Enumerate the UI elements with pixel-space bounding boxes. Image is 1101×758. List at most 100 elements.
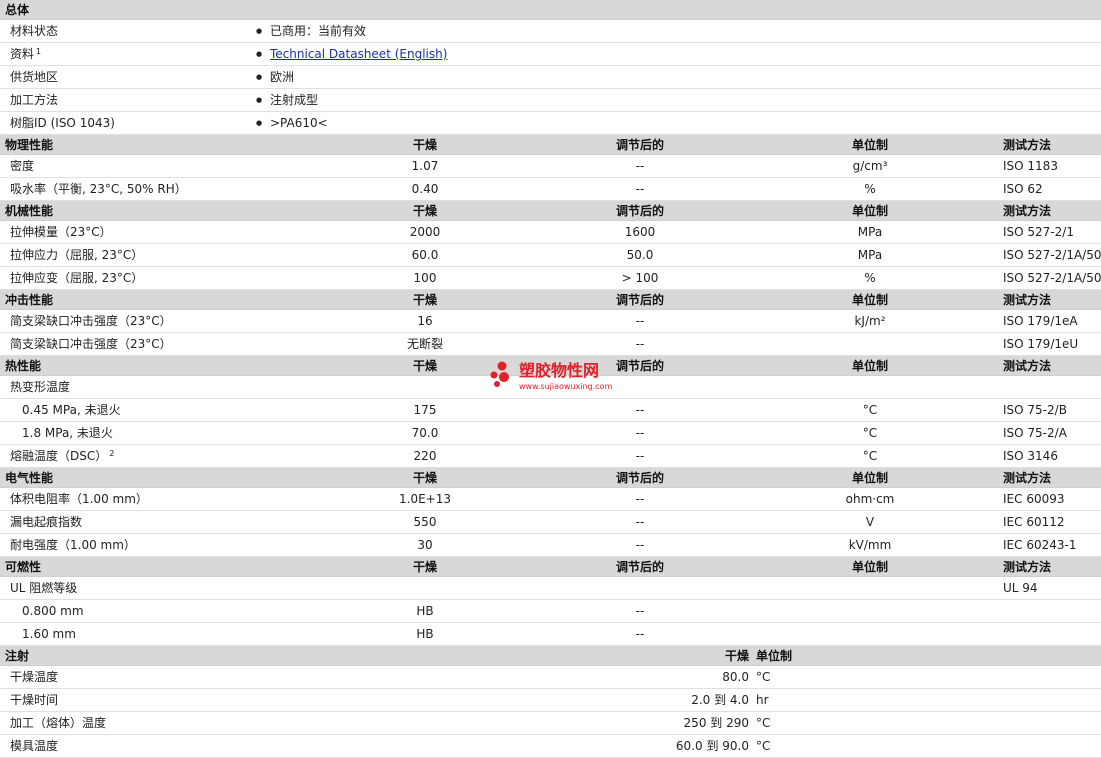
table-row: 耐电强度（1.00 mm） 30 -- kV/mm IEC 60243-1 [0, 534, 1101, 557]
col-header-unit: 单位制 [851, 560, 889, 574]
section-header-physical: 物理性能 干燥 调节后的 单位制 测试方法 [0, 135, 1101, 155]
value-conditioned: -- [635, 604, 645, 618]
table-row: 干燥温度 80.0 °C [0, 666, 1101, 689]
section-title: 电气性能 [5, 471, 54, 485]
section-title: 总体 [5, 3, 30, 17]
value-dry: 30 [417, 538, 433, 552]
value-method: ISO 62 [1003, 182, 1043, 196]
row-label: 熔融温度（DSC） 2 [10, 445, 114, 468]
value-dry: 100 [413, 271, 437, 285]
table-row: 干燥时间 2.0 到 4.0 hr [0, 689, 1101, 712]
table-row: 拉伸应变（屈服, 23°C） 100 > 100% ISO 527-2/1A/50 [0, 267, 1101, 290]
row-label: 漏电起痕指数 [10, 511, 82, 534]
col-header-unit: 单位制 [851, 471, 889, 485]
footnote-marker: 2 [109, 449, 115, 458]
section-title: 机械性能 [5, 204, 54, 218]
table-row: 密度 1.07 -- g/cm³ ISO 1183 [0, 155, 1101, 178]
row-label: 干燥温度 [10, 670, 59, 684]
row-label-text: 资料 [10, 47, 35, 61]
row-label: 树脂ID (ISO 1043) [10, 112, 115, 135]
section-title: 热性能 [5, 359, 42, 373]
value-method: ISO 527-2/1A/50 [1003, 248, 1101, 262]
row-label-text: 供货地区 [10, 70, 59, 84]
table-row: 1.60 mm HB -- [0, 623, 1101, 646]
row-label: 简支梁缺口冲击强度（23°C） [10, 310, 172, 333]
value-conditioned: -- [635, 403, 645, 417]
row-label: 耐电强度（1.00 mm） [10, 534, 136, 557]
col-header-unit: 单位制 [851, 204, 889, 218]
value-conditioned: -- [635, 627, 645, 641]
watermark-url: www.sujiaowuxing.com [519, 382, 613, 391]
value-dry: 2000 [409, 225, 441, 239]
col-header-dry: 干燥 [412, 204, 438, 218]
col-header-method: 测试方法 [1003, 471, 1052, 485]
section-title: 物理性能 [5, 138, 54, 152]
value-conditioned: -- [635, 492, 645, 506]
value-conditioned: -- [635, 337, 645, 351]
value-conditioned: > 100 [621, 271, 659, 285]
table-row: 拉伸模量（23°C） 2000 1600 MPa ISO 527-2/1 [0, 221, 1101, 244]
table-row: 0.800 mm HB -- [0, 600, 1101, 623]
row-label: 加工方法 [10, 89, 58, 112]
row-label-text: 简支梁缺口冲击强度（23°C） [10, 314, 172, 328]
value-method: IEC 60093 [1003, 492, 1065, 506]
general-row: 材料状态 已商用：当前有效 [0, 20, 1101, 43]
value-conditioned: 50.0 [626, 248, 654, 262]
row-value: 注射成型 [270, 93, 319, 107]
col-header-unit: 单位制 [851, 359, 889, 373]
general-row: 树脂ID (ISO 1043) >PA610< [0, 112, 1101, 135]
row-label-text: 热变形温度 [10, 380, 71, 394]
datasheet-link[interactable]: Technical Datasheet (English) [270, 47, 447, 61]
watermark-logo-icon [488, 360, 516, 391]
row-value: 已商用：当前有效 [270, 24, 367, 38]
value-method: ISO 527-2/1A/50 [1003, 271, 1101, 285]
row-label-text: 0.800 mm [22, 604, 84, 618]
table-row: 加工（熔体）温度 250 到 290 °C [0, 712, 1101, 735]
value-dry: 70.0 [411, 426, 439, 440]
value-method: ISO 527-2/1 [1003, 225, 1074, 239]
col-header-conditioned: 调节后的 [615, 560, 665, 574]
col-header-dry: 干燥 [412, 359, 438, 373]
value-unit: MPa [857, 225, 883, 239]
row-label-text: 材料状态 [10, 24, 59, 38]
table-row: 简支梁缺口冲击强度（23°C） 无断裂 -- ISO 179/1eU [0, 333, 1101, 356]
row-label: 加工（熔体）温度 [10, 716, 107, 730]
row-label-text: 拉伸模量（23°C） [10, 225, 112, 239]
row-label-text: 树脂ID (ISO 1043) [10, 116, 115, 130]
value-method: ISO 3146 [1003, 449, 1058, 463]
col-header-conditioned: 调节后的 [615, 359, 665, 373]
table-row: 简支梁缺口冲击强度（23°C） 16 -- kJ/m² ISO 179/1eA [0, 310, 1101, 333]
value-unit: kV/mm [848, 538, 892, 552]
col-header-unit: 单位制 [851, 138, 889, 152]
value-dry: 1.07 [411, 159, 439, 173]
row-label-text: 密度 [10, 159, 35, 173]
value-unit: hr [756, 693, 769, 707]
value-dry: 550 [413, 515, 437, 529]
value-dry: 60.0 [411, 248, 439, 262]
table-row: 0.45 MPa, 未退火 175 -- °C ISO 75-2/B [0, 399, 1101, 422]
value-unit: °C [756, 716, 771, 730]
general-row: 供货地区 欧洲 [0, 66, 1101, 89]
row-label: 热变形温度 [10, 376, 70, 399]
bullet-icon [256, 112, 262, 137]
value-conditioned: -- [635, 449, 645, 463]
value-dry: 16 [417, 314, 433, 328]
row-label-text: 1.60 mm [22, 627, 76, 641]
value-conditioned: -- [635, 182, 645, 196]
col-header-dry: 干燥 [724, 649, 749, 663]
col-header-conditioned: 调节后的 [615, 138, 665, 152]
row-label: 材料状态 [10, 20, 58, 43]
value-method: ISO 75-2/B [1003, 403, 1067, 417]
row-label: 拉伸模量（23°C） [10, 221, 112, 244]
value-conditioned: -- [635, 426, 645, 440]
row-label: 干燥时间 [10, 693, 59, 707]
col-header-method: 测试方法 [1003, 293, 1052, 307]
bullet-icon [256, 43, 262, 68]
table-row: 吸水率（平衡, 23°C, 50% RH） 0.40 --% ISO 62 [0, 178, 1101, 201]
row-label: 简支梁缺口冲击强度（23°C） [10, 333, 172, 356]
general-row: 加工方法 注射成型 [0, 89, 1101, 112]
col-header-unit: 单位制 [756, 649, 793, 663]
col-header-unit: 单位制 [851, 293, 889, 307]
row-label-text: 漏电起痕指数 [10, 515, 83, 529]
col-header-conditioned: 调节后的 [615, 204, 665, 218]
